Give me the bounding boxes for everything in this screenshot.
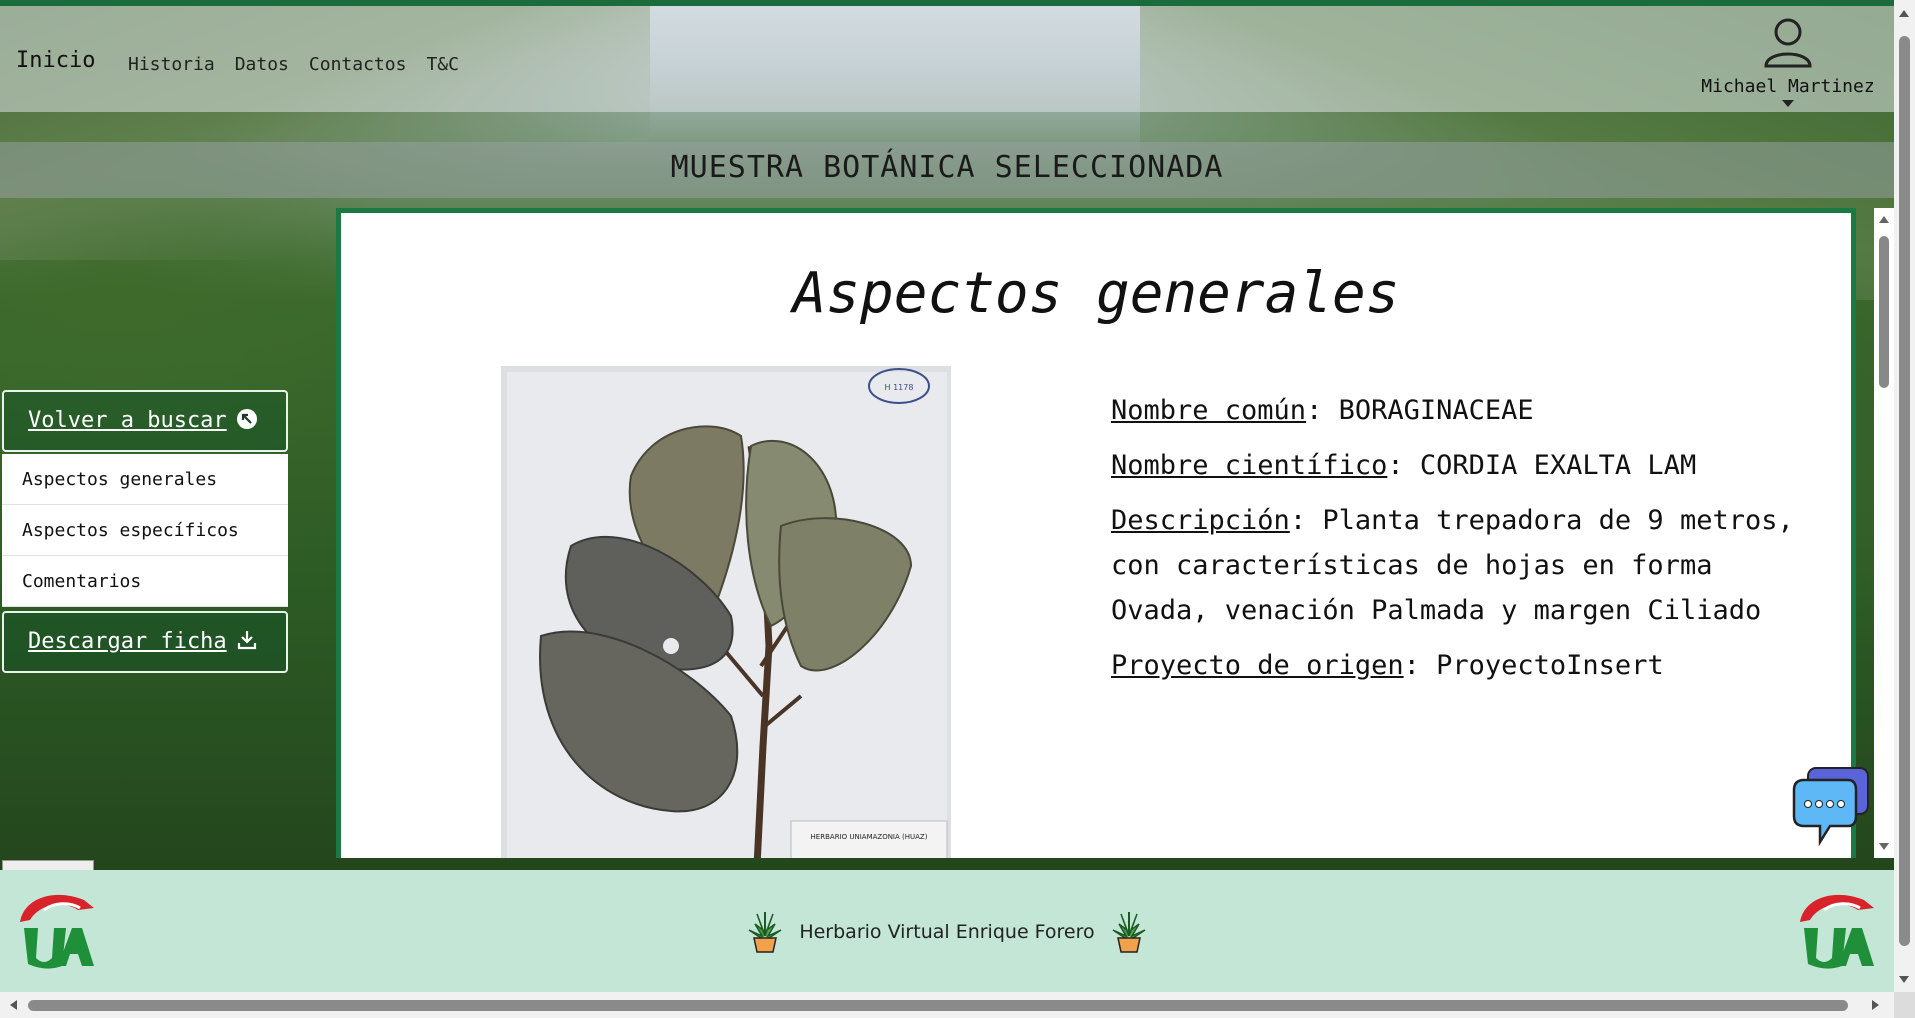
field-origin-project: Proyecto de origen: ProyectoInsert	[1111, 650, 1664, 681]
user-icon	[1764, 18, 1812, 68]
field-scientific-name: Nombre científico: CORDIA EXALTA LAM	[1111, 450, 1697, 481]
potted-plant-icon	[748, 912, 782, 953]
scroll-up-icon[interactable]	[1879, 216, 1889, 223]
back-to-search-button[interactable]: Volver a buscar	[2, 390, 288, 452]
specimen-label-text: HERBARIO UNIAMAZONIA (HUAZ)	[811, 833, 928, 841]
specimen-panel: Aspectos generales HERBARIO UNIAMAZONIA …	[336, 208, 1856, 858]
scroll-up-icon[interactable]	[1899, 10, 1909, 17]
arrow-up-left-circle-icon	[237, 409, 257, 429]
title-band: MUESTRA BOTÁNICA SELECCIONADA	[0, 142, 1894, 198]
field-label: Nombre común	[1111, 395, 1307, 426]
field-value: ProyectoInsert	[1436, 650, 1664, 681]
menu-item-comentarios[interactable]: Comentarios	[2, 556, 288, 607]
field-value: BORAGINACEAE	[1338, 395, 1534, 426]
page-horizontal-scrollbar[interactable]	[0, 992, 1894, 1018]
specimen-image: HERBARIO UNIAMAZONIA (HUAZ) H 1178	[501, 366, 951, 858]
field-label: Proyecto de origen	[1111, 650, 1404, 681]
user-name: Michael Martinez	[1701, 76, 1875, 97]
field-value: CORDIA EXALTA LAM	[1419, 450, 1697, 481]
page-horizontal-scrollbar-thumb[interactable]	[28, 1000, 1848, 1011]
nav-links: Historia Datos Contactos T&C	[128, 54, 459, 75]
panel-scrollbar-thumb[interactable]	[1879, 236, 1889, 388]
download-sheet-button[interactable]: Descargar ficha	[2, 611, 288, 673]
scroll-down-icon[interactable]	[1879, 843, 1889, 850]
potted-plant-icon	[1112, 912, 1146, 953]
scrollbar-corner	[1894, 992, 1915, 1018]
caret-down-icon	[1782, 100, 1794, 107]
page-title: MUESTRA BOTÁNICA SELECCIONADA	[670, 150, 1224, 185]
download-sheet-label: Descargar ficha	[28, 629, 227, 654]
nav-link-datos[interactable]: Datos	[235, 54, 289, 75]
scroll-left-icon[interactable]	[10, 1000, 17, 1010]
menu-item-aspectos-especificos[interactable]: Aspectos específicos	[2, 505, 288, 556]
field-common-name: Nombre común: BORAGINACEAE	[1111, 395, 1534, 426]
specimen-info: Nombre común: BORAGINACEAE Nombre cientí…	[1111, 388, 1811, 698]
scroll-down-icon[interactable]	[1899, 976, 1909, 983]
page-vertical-scrollbar[interactable]	[1894, 0, 1915, 1018]
specimen-stamp-text: H 1178	[885, 383, 914, 392]
nav-link-tyc[interactable]: T&C	[426, 54, 459, 75]
field-description: Descripción: Planta trepadora de 9 metro…	[1111, 505, 1794, 626]
panel-scrollbar[interactable]	[1874, 208, 1894, 858]
back-to-search-label: Volver a buscar	[28, 408, 227, 433]
nav-home-link[interactable]: Inicio	[16, 48, 95, 73]
menu-item-aspectos-generales[interactable]: Aspectos generales	[2, 454, 288, 505]
field-label: Descripción	[1111, 505, 1290, 536]
footer-title: Herbario Virtual Enrique Forero	[799, 921, 1095, 943]
scroll-right-icon[interactable]	[1872, 1000, 1879, 1010]
section-menu: Aspectos generales Aspectos específicos …	[2, 454, 288, 607]
page-vertical-scrollbar-thumb[interactable]	[1899, 36, 1910, 946]
university-logo	[1800, 894, 1874, 969]
download-icon	[237, 631, 257, 650]
chat-bubbles-icon[interactable]	[1790, 764, 1872, 846]
section-heading: Aspectos generales	[792, 261, 1400, 326]
nav-link-contactos[interactable]: Contactos	[309, 54, 407, 75]
navbar: Inicio Historia Datos Contactos T&C Mich…	[0, 6, 1894, 112]
footer-center: Herbario Virtual Enrique Forero	[0, 910, 1894, 954]
user-menu[interactable]: Michael Martinez	[1698, 16, 1878, 107]
nav-link-historia[interactable]: Historia	[128, 54, 215, 75]
footer: Herbario Virtual Enrique Forero	[0, 870, 1894, 992]
field-label: Nombre científico	[1111, 450, 1388, 481]
